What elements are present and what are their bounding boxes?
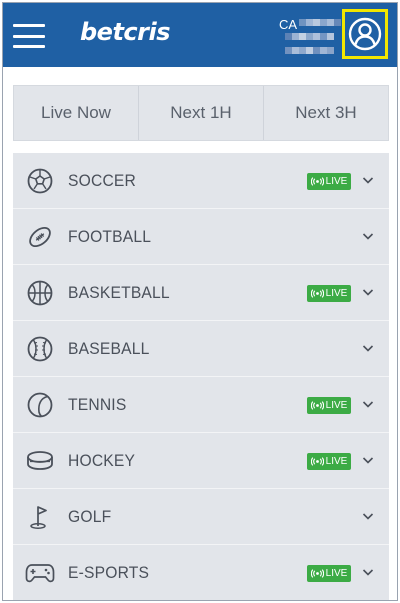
live-badge: LIVE: [307, 565, 351, 582]
hamburger-icon[interactable]: [13, 24, 45, 48]
sport-name: TENNIS: [68, 394, 127, 414]
sport-name: SOCCER: [68, 170, 137, 190]
live-badge: LIVE: [307, 397, 351, 414]
sport-row-soccer[interactable]: SOCCER LIVE: [13, 153, 389, 209]
sport-row-baseball[interactable]: BASEBALL: [13, 321, 389, 377]
chevron-down-icon[interactable]: [362, 399, 374, 409]
sport-row-hockey[interactable]: HOCKEY LIVE: [13, 433, 389, 489]
sport-name: BASKETBALL: [68, 282, 170, 302]
live-signal-icon: [310, 401, 324, 410]
live-label: LIVE: [325, 400, 348, 411]
account-number-blurred: [285, 19, 341, 55]
live-badge: LIVE: [307, 285, 351, 302]
sport-name: GOLF: [68, 506, 112, 526]
sport-row-tennis[interactable]: TENNIS LIVE: [13, 377, 389, 433]
sport-row-golf[interactable]: GOLF: [13, 489, 389, 545]
sport-name: E-SPORTS: [68, 562, 150, 582]
live-label: LIVE: [325, 568, 348, 579]
tab-next-1h[interactable]: Next 1H: [138, 86, 263, 140]
live-label: LIVE: [325, 456, 348, 467]
live-signal-icon: [310, 457, 324, 466]
live-badge: LIVE: [307, 453, 351, 470]
baseball-icon: [25, 334, 55, 364]
live-signal-icon: [310, 289, 324, 298]
chevron-down-icon[interactable]: [362, 455, 374, 465]
user-circle-icon: [348, 17, 382, 51]
live-signal-icon: [310, 177, 324, 186]
sport-row-football[interactable]: FOOTBALL: [13, 209, 389, 265]
gamepad-icon: [25, 558, 55, 588]
live-label: LIVE: [325, 176, 348, 187]
top-bar: betcris CA: [3, 3, 397, 67]
chevron-down-icon[interactable]: [362, 175, 374, 185]
chevron-down-icon[interactable]: [362, 567, 374, 577]
live-signal-icon: [310, 569, 324, 578]
sport-row-esports[interactable]: E-SPORTS LIVE: [13, 545, 389, 600]
chevron-down-icon[interactable]: [362, 511, 374, 521]
soccer-ball-icon: [25, 166, 55, 196]
chevron-down-icon[interactable]: [362, 343, 374, 353]
sport-name: HOCKEY: [68, 450, 136, 470]
account-info: CA: [279, 15, 343, 59]
brand-logo[interactable]: betcris: [80, 18, 171, 46]
live-label: LIVE: [325, 288, 348, 299]
chevron-down-icon[interactable]: [362, 231, 374, 241]
tab-live-now[interactable]: Live Now: [14, 86, 138, 140]
sport-name: FOOTBALL: [68, 226, 152, 246]
chevron-down-icon[interactable]: [362, 287, 374, 297]
tennis-ball-icon: [25, 390, 55, 420]
app-frame: betcris CA Live Now Next 1H Next 3H SOCC…: [2, 2, 398, 601]
basketball-icon: [25, 278, 55, 308]
time-filter-tabs: Live Now Next 1H Next 3H: [13, 85, 389, 141]
hockey-puck-icon: [25, 446, 55, 476]
sports-list: SOCCER LIVE FOOTBALL BASKETBALL LIVE BAS…: [13, 153, 389, 600]
sport-row-basketball[interactable]: BASKETBALL LIVE: [13, 265, 389, 321]
tab-next-3h[interactable]: Next 3H: [263, 86, 388, 140]
live-badge: LIVE: [307, 173, 351, 190]
golf-flag-icon: [25, 502, 55, 532]
football-icon: [25, 222, 55, 252]
sport-name: BASEBALL: [68, 338, 150, 358]
profile-button[interactable]: [342, 9, 388, 59]
